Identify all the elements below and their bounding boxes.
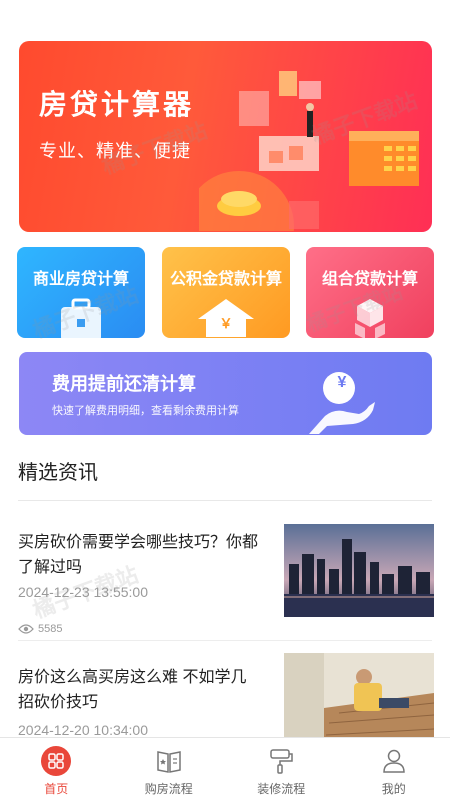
paint-roller-icon xyxy=(270,749,293,774)
combined-loan-calc-card[interactable]: 组合贷款计算 橘子下载站 xyxy=(306,247,434,338)
prepay-title: 费用提前还清计算 xyxy=(52,374,196,394)
tab-label: 我的 xyxy=(381,782,406,796)
yuan-symbol: ￥ xyxy=(219,316,233,331)
bottom-tab-bar: 首页 购房流程 装修流程 我的 xyxy=(0,737,450,800)
news-date: 2024-12-23 13:55:00 xyxy=(18,584,148,600)
eye-icon xyxy=(18,624,34,634)
tab-label: 购房流程 xyxy=(144,782,193,796)
card-label: 组合贷款计算 xyxy=(321,271,418,288)
hero-title: 房贷计算器 xyxy=(39,89,195,120)
prepayment-calc-card[interactable]: 费用提前还清计算 快速了解费用明细，查看剩余费用计算 ¥ xyxy=(19,352,432,435)
hero-subtitle: 专业、精准、便捷 xyxy=(39,141,191,161)
tab-buying-process[interactable]: 购房流程 xyxy=(113,738,226,800)
flooring-worker-image xyxy=(284,653,434,746)
coin-yuan: ¥ xyxy=(337,374,347,391)
briefcase-icon xyxy=(61,298,101,338)
tab-label: 装修流程 xyxy=(257,782,306,796)
views-count: 5585 xyxy=(38,623,63,635)
news-date: 2024-12-20 10:34:00 xyxy=(18,722,148,738)
section-title: 精选资讯 xyxy=(18,462,98,484)
isometric-city-illustration xyxy=(199,71,419,231)
divider xyxy=(18,500,432,501)
prepay-subtitle: 快速了解费用明细，查看剩余费用计算 xyxy=(52,405,239,417)
news-title: 买房砍价需要学会哪些技巧？你都了解过吗 xyxy=(18,534,259,576)
tab-profile[interactable]: 我的 xyxy=(338,738,450,800)
divider xyxy=(18,640,432,641)
home-grid-icon xyxy=(41,746,72,776)
book-icon xyxy=(157,751,181,773)
tab-home[interactable]: 首页 xyxy=(0,738,113,800)
news-title: 房价这么高买房这么难 不如学几招砍价技巧 xyxy=(18,669,247,711)
provident-fund-calc-card[interactable]: 公积金贷款计算 ￥ xyxy=(162,247,290,338)
card-label: 公积金贷款计算 xyxy=(169,271,282,288)
news-views: 5585 xyxy=(18,623,62,635)
tab-label: 首页 xyxy=(44,782,69,796)
tab-decoration-process[interactable]: 装修流程 xyxy=(225,738,338,800)
card-label: 商业房贷计算 xyxy=(32,271,129,288)
cubes-icon xyxy=(355,299,385,338)
user-icon xyxy=(382,749,405,773)
city-skyline-image xyxy=(284,524,434,617)
hero-banner[interactable]: 房贷计算器 专业、精准、便捷 橘子下载站 橘子下载站 xyxy=(19,41,432,232)
commercial-loan-calc-card[interactable]: 商业房贷计算 xyxy=(17,247,145,338)
